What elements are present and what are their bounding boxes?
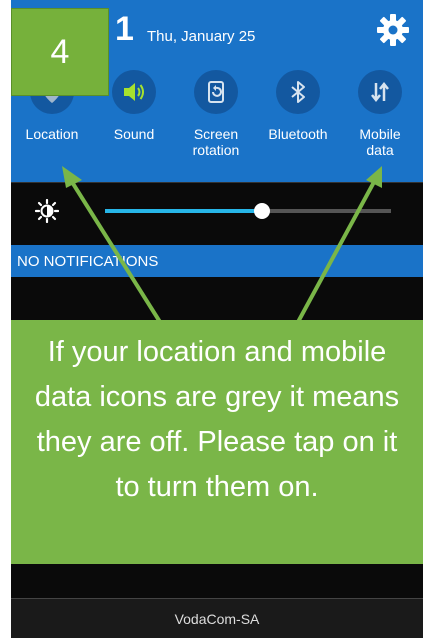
sound-icon <box>112 70 156 114</box>
instruction-callout: If your location and mobile data icons a… <box>11 320 423 564</box>
bluetooth-icon <box>276 70 320 114</box>
carrier-bar: VodaCom-SA <box>11 598 423 638</box>
toggle-mobile-data[interactable]: Mobile data <box>339 70 421 182</box>
no-notifications-label: NO NOTIFICATIONS <box>17 253 159 270</box>
status-time: 1 <box>115 10 134 48</box>
instruction-text: If your location and mobile data icons a… <box>34 336 400 503</box>
brightness-slider-knob[interactable] <box>254 203 271 219</box>
notifications-header: NO NOTIFICATIONS <box>11 245 423 277</box>
brightness-control <box>11 182 423 238</box>
status-date: Thu, January 25 <box>147 28 256 45</box>
toggle-label-bluetooth: Bluetooth <box>268 126 328 142</box>
toggle-screen-rotation[interactable]: Screen rotation <box>175 70 257 182</box>
step-number-badge: 4 <box>11 8 109 96</box>
carrier-label: VodaCom-SA <box>174 611 260 627</box>
brightness-icon <box>35 199 59 223</box>
toggle-label-screen-rotation: Screen rotation <box>192 126 240 158</box>
toggle-label-location: Location <box>25 126 79 142</box>
mobile-data-icon <box>358 70 402 114</box>
toggle-label-mobile-data: Mobile data <box>359 126 401 158</box>
screen-rotation-icon <box>194 70 238 114</box>
gear-icon[interactable] <box>375 12 411 48</box>
toggle-label-sound: Sound <box>113 126 155 142</box>
toggle-bluetooth[interactable]: Bluetooth <box>257 70 339 182</box>
brightness-slider[interactable] <box>105 203 391 219</box>
brightness-slider-fill <box>105 209 263 213</box>
step-number: 4 <box>50 33 70 71</box>
